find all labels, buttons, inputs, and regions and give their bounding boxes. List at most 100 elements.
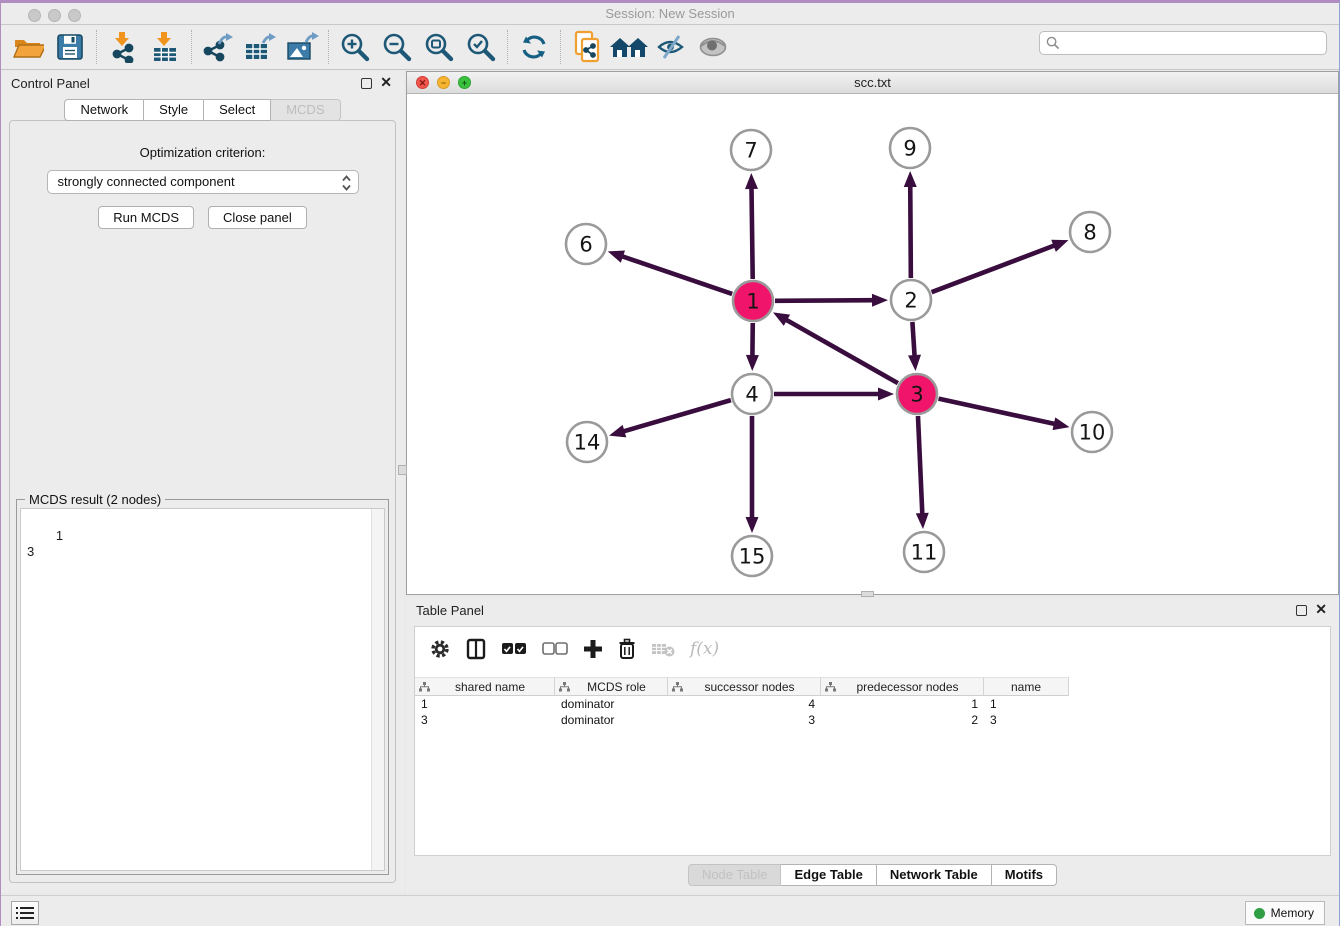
- import-table-button[interactable]: [144, 28, 186, 66]
- graph-edge-3-1[interactable]: [784, 319, 898, 383]
- tab-network[interactable]: Network: [64, 99, 144, 121]
- optimization-criterion-value: strongly connected component: [58, 174, 235, 189]
- open-folder-icon: [12, 33, 44, 61]
- search-input[interactable]: [1060, 36, 1326, 50]
- column-header-name[interactable]: name: [984, 677, 1069, 696]
- network-window-titlebar: ✕ − + scc.txt: [407, 72, 1338, 94]
- graph-edge-1-2[interactable]: [775, 300, 875, 301]
- apply-preferred-layout-button[interactable]: [513, 28, 555, 66]
- column-header-successor-nodes[interactable]: successor nodes: [668, 677, 821, 696]
- graph-node-label: 3: [910, 383, 923, 407]
- graph-node-label: 15: [739, 545, 766, 569]
- table-panel-tabs: Node Table Edge Table Network Table Moti…: [406, 864, 1339, 886]
- graph-edge-arrowhead: [746, 355, 759, 371]
- control-panel-title: Control Panel: [11, 76, 90, 91]
- tab-edge-table[interactable]: Edge Table: [781, 864, 876, 886]
- show-all-button[interactable]: [692, 28, 734, 66]
- tab-mcds[interactable]: MCDS: [271, 99, 340, 121]
- graph-node-label: 11: [911, 541, 938, 565]
- tab-motifs[interactable]: Motifs: [992, 864, 1057, 886]
- column-header-predecessor-nodes[interactable]: predecessor nodes: [821, 677, 984, 696]
- table-cell: 3: [415, 712, 555, 728]
- mcds-result-title: MCDS result (2 nodes): [25, 492, 165, 507]
- graph-node-label: 9: [903, 137, 916, 161]
- toolbar-separator: [507, 30, 508, 64]
- graph-edge-2-9[interactable]: [910, 184, 911, 278]
- houses-icon: [609, 32, 649, 62]
- zoom-out-button[interactable]: [376, 28, 418, 66]
- task-history-button[interactable]: [11, 901, 39, 925]
- hide-selected-button[interactable]: [650, 28, 692, 66]
- tab-node-table[interactable]: Node Table: [688, 864, 782, 886]
- graph-edge-arrowhead: [908, 355, 921, 371]
- table-row[interactable]: 1dominator411: [415, 696, 1330, 712]
- export-network-button[interactable]: [197, 28, 239, 66]
- eye-icon: [697, 34, 729, 60]
- status-bar: Memory: [1, 895, 1339, 926]
- graph-edge-3-10[interactable]: [938, 399, 1056, 425]
- select-all-columns-button[interactable]: [501, 642, 527, 656]
- function-builder-button[interactable]: f(x): [690, 639, 719, 659]
- first-neighbors-button[interactable]: [608, 28, 650, 66]
- table-cell: 1: [821, 696, 984, 712]
- save-session-button[interactable]: [49, 28, 91, 66]
- float-panel-icon[interactable]: [361, 78, 372, 89]
- control-panel: Control Panel ✕ Network Style Select MCD…: [1, 71, 404, 893]
- app-titlebar: Session: New Session: [1, 3, 1339, 25]
- memory-button[interactable]: Memory: [1245, 901, 1325, 925]
- mcds-result-values: 1 3: [27, 528, 63, 559]
- table-cell: 1: [415, 696, 555, 712]
- tab-select[interactable]: Select: [204, 99, 271, 121]
- vertical-splitter-grip[interactable]: [398, 465, 407, 475]
- delete-table-icon: [651, 641, 675, 657]
- result-scrollbar[interactable]: [371, 509, 384, 870]
- float-table-panel-icon[interactable]: [1296, 605, 1307, 616]
- graph-edge-3-11[interactable]: [918, 416, 922, 516]
- mcds-tab-content: Optimization criterion: strongly connect…: [9, 120, 396, 883]
- mcds-result-textarea[interactable]: 1 3: [20, 508, 385, 871]
- close-panel-icon[interactable]: ✕: [380, 75, 392, 89]
- graph-edge-arrowhead: [1051, 240, 1068, 252]
- close-table-panel-icon[interactable]: ✕: [1315, 602, 1327, 616]
- graph-edge-1-7[interactable]: [751, 186, 752, 279]
- table-row[interactable]: 3dominator323: [415, 712, 1330, 728]
- search-box[interactable]: [1039, 31, 1327, 55]
- network-window-title: scc.txt: [407, 75, 1338, 90]
- network-graph-canvas[interactable]: 7968124314101511: [407, 94, 1338, 594]
- delete-column-button[interactable]: [618, 638, 636, 660]
- run-mcds-button[interactable]: Run MCDS: [98, 206, 194, 229]
- horizontal-splitter-grip[interactable]: [861, 591, 874, 597]
- table-settings-button[interactable]: [429, 638, 451, 660]
- graph-edge-2-3[interactable]: [912, 322, 914, 358]
- column-header-shared-name[interactable]: shared name: [415, 677, 555, 696]
- zoom-selected-button[interactable]: [460, 28, 502, 66]
- graph-edge-4-14[interactable]: [622, 400, 731, 432]
- export-image-button[interactable]: [281, 28, 323, 66]
- main-toolbar: [1, 25, 1339, 70]
- column-header-mcds-role[interactable]: MCDS role: [555, 677, 668, 696]
- toolbar-separator: [191, 30, 192, 64]
- graph-edge-2-8[interactable]: [932, 245, 1057, 292]
- zoom-in-button[interactable]: [334, 28, 376, 66]
- column-type-icon: [419, 682, 430, 692]
- table-panel: Table Panel ✕: [406, 598, 1339, 893]
- duplicate-network-button[interactable]: [566, 28, 608, 66]
- tab-style[interactable]: Style: [144, 99, 204, 121]
- deselect-all-columns-button[interactable]: [542, 642, 568, 656]
- open-session-button[interactable]: [7, 28, 49, 66]
- delete-table-button[interactable]: [651, 641, 675, 657]
- export-image-icon: [285, 31, 319, 63]
- add-column-button[interactable]: [583, 639, 603, 659]
- import-network-button[interactable]: [102, 28, 144, 66]
- close-panel-button[interactable]: Close panel: [208, 206, 307, 229]
- table-split-view-button[interactable]: [466, 638, 486, 660]
- refresh-icon: [519, 32, 549, 62]
- optimization-criterion-select[interactable]: strongly connected component: [47, 170, 359, 194]
- column-header-filler: [1069, 677, 1330, 696]
- tab-network-table[interactable]: Network Table: [877, 864, 992, 886]
- zoom-fit-button[interactable]: [418, 28, 460, 66]
- graph-edge-arrowhead: [872, 294, 888, 307]
- export-table-button[interactable]: [239, 28, 281, 66]
- graph-edge-1-6[interactable]: [620, 256, 732, 294]
- optimization-criterion-label: Optimization criterion:: [10, 145, 395, 160]
